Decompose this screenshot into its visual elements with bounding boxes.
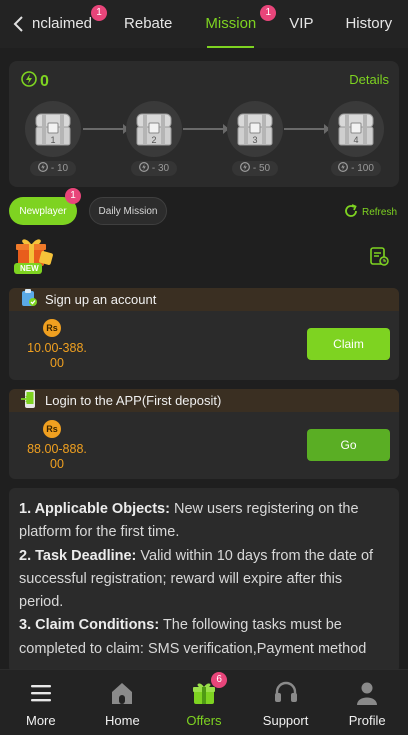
- top-tab-bar: nclaimed 1 Rebate Mission 1 VIP History: [0, 0, 408, 48]
- treasure-chest-2[interactable]: 2: [126, 101, 182, 157]
- tab-label: nclaimed: [32, 15, 93, 32]
- rule-heading: 2. Task Deadline:: [19, 547, 137, 564]
- nav-label: Home: [105, 713, 140, 728]
- nav-label: More: [25, 713, 56, 728]
- nav-label: Support: [262, 713, 309, 728]
- treasure-chest-4[interactable]: 4: [328, 101, 384, 157]
- filter-label: Daily Mission: [98, 205, 158, 217]
- rules-panel: 1. Applicable Objects: New users registe…: [9, 488, 399, 673]
- tab-history[interactable]: History: [345, 0, 392, 48]
- chest-progress-card: 0 Details 1 2 3 4 - 10 - 30 - 50 - 100: [9, 61, 399, 187]
- lightning-icon: [338, 162, 349, 175]
- tab-badge: 1: [260, 5, 277, 21]
- claim-button[interactable]: Claim: [307, 328, 390, 360]
- task-card-signup: Sign up an account Rs 10.00-388. 00 Clai…: [9, 288, 399, 380]
- chest-icon: 2: [136, 113, 172, 146]
- chest-number: 4: [353, 135, 358, 145]
- tab-badge: 1: [91, 5, 108, 21]
- nav-badge: 6: [211, 672, 228, 688]
- home-icon: [109, 679, 135, 707]
- energy-balance: 0: [21, 71, 49, 92]
- chest-cost: - 100: [351, 163, 374, 174]
- person-icon: [354, 679, 380, 707]
- chest-cost: - 30: [151, 163, 170, 174]
- progress-arrow: [284, 124, 330, 134]
- new-tag: NEW: [20, 264, 39, 273]
- task-card-first-deposit: Login to the APP(First deposit) Rs 88.00…: [9, 389, 399, 479]
- treasure-chest-1[interactable]: 1: [25, 101, 81, 157]
- reward-line: 00: [50, 457, 64, 471]
- chest-cost: - 50: [252, 163, 271, 174]
- treasure-chest-3[interactable]: 3: [227, 101, 283, 157]
- nav-label: Profile: [348, 713, 386, 728]
- tab-mission[interactable]: Mission 1: [205, 0, 277, 48]
- chest-cost: - 10: [50, 163, 69, 174]
- nav-offers[interactable]: Offers 6: [163, 670, 245, 735]
- task-reward: 88.00-888. 00: [21, 442, 93, 472]
- tab-label: History: [345, 15, 393, 32]
- rule-heading: 1. Applicable Objects:: [19, 501, 170, 517]
- chest-cost-badge: - 50: [232, 161, 278, 176]
- nav-home[interactable]: Home: [82, 670, 164, 735]
- task-title: Login to the APP(First deposit): [45, 393, 222, 408]
- filter-newplayer[interactable]: Newplayer 1: [9, 188, 81, 225]
- headset-icon: [273, 679, 299, 707]
- chest-cost-badge: - 10: [30, 161, 76, 176]
- clipboard-check-icon: [21, 289, 37, 310]
- details-link[interactable]: Details: [349, 72, 389, 87]
- chest-cost-badge: - 30: [131, 161, 177, 176]
- chest-icon: 3: [237, 113, 273, 146]
- bottom-navigation: More Home Offers 6 Support Profile: [0, 669, 408, 735]
- phone-login-icon: [21, 390, 37, 411]
- nav-support[interactable]: Support: [245, 670, 327, 735]
- rule-item: 2. Task Deadline: Valid within 10 days f…: [19, 545, 389, 615]
- lightning-icon: [239, 162, 250, 175]
- reward-line: 88.00-888.: [27, 442, 87, 456]
- progress-arrow: [83, 124, 129, 134]
- rule-heading: 3. Claim Conditions:: [19, 617, 160, 634]
- tab-label: VIP: [289, 15, 314, 32]
- refresh-button[interactable]: Refresh: [343, 203, 397, 222]
- nav-profile[interactable]: Profile: [326, 670, 408, 735]
- chest-number: 2: [151, 135, 156, 145]
- refresh-icon: [343, 203, 359, 222]
- refresh-label: Refresh: [362, 207, 398, 218]
- menu-icon: [30, 679, 52, 707]
- rule-item: 3. Claim Conditions: The following tasks…: [19, 614, 389, 661]
- chest-icon: 1: [35, 113, 71, 146]
- task-header: Login to the APP(First deposit): [9, 389, 399, 412]
- go-button[interactable]: Go: [307, 429, 390, 461]
- nav-more[interactable]: More: [0, 670, 82, 735]
- task-reward: 10.00-388. 00: [21, 341, 93, 371]
- progress-arrow: [183, 124, 229, 134]
- filter-daily-mission[interactable]: Daily Mission: [89, 197, 167, 225]
- rupee-coin-icon: Rs: [43, 420, 61, 438]
- tab-rebate[interactable]: Rebate: [124, 0, 172, 48]
- task-header: Sign up an account: [9, 288, 399, 311]
- nav-label: Offers: [186, 713, 222, 728]
- rule-item: 1. Applicable Objects: New users registe…: [19, 498, 389, 545]
- task-title: Sign up an account: [45, 292, 157, 307]
- reward-line: 00: [50, 356, 64, 370]
- chest-number: 3: [252, 135, 257, 145]
- tab-vip[interactable]: VIP: [289, 0, 313, 48]
- chest-icon: 4: [338, 113, 374, 146]
- tab-label: Mission: [205, 15, 257, 32]
- filter-label: Newplayer: [19, 205, 67, 217]
- chest-number: 1: [50, 135, 55, 145]
- reward-line: 10.00-388.: [27, 341, 87, 355]
- back-chevron-icon[interactable]: [6, 10, 30, 38]
- rupee-coin-icon: Rs: [43, 319, 61, 337]
- tab-unclaimed[interactable]: nclaimed 1: [32, 0, 108, 48]
- chest-cost-badge: - 100: [331, 161, 381, 176]
- energy-value: 0: [40, 72, 49, 90]
- lightning-icon: [138, 162, 149, 175]
- lightning-icon: [21, 71, 37, 92]
- records-icon[interactable]: [369, 246, 389, 271]
- tab-label: Rebate: [124, 15, 173, 32]
- new-gift-icon: NEW: [12, 236, 56, 276]
- lightning-icon: [37, 162, 48, 175]
- filter-badge: 1: [65, 188, 81, 204]
